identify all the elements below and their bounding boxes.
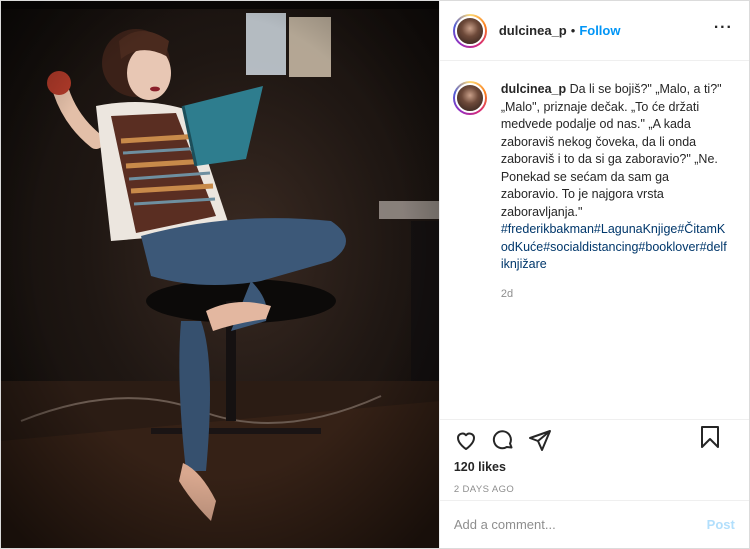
caption-username[interactable]: dulcinea_p bbox=[501, 82, 566, 96]
avatar[interactable] bbox=[452, 13, 487, 48]
instagram-post: dulcinea_p • Follow ··· dulcinea_p Da li… bbox=[0, 0, 750, 549]
comment-input[interactable] bbox=[453, 517, 707, 532]
follow-button[interactable]: Follow bbox=[579, 23, 620, 38]
post-photo[interactable] bbox=[1, 1, 439, 548]
heart-icon[interactable] bbox=[454, 428, 478, 452]
action-section: 120 likes 2 DAYS AGO bbox=[439, 419, 749, 495]
share-icon[interactable] bbox=[528, 428, 552, 452]
post-comment-button[interactable]: Post bbox=[707, 517, 735, 532]
username-link[interactable]: dulcinea_p bbox=[499, 23, 567, 38]
photo-illustration bbox=[1, 1, 439, 548]
avatar-image bbox=[454, 83, 485, 113]
separator-dot: • bbox=[570, 23, 576, 38]
caption-body: dulcinea_p Da li se bojiš?" „Malo, a ti?… bbox=[501, 81, 729, 303]
comment-form: Post bbox=[439, 500, 749, 548]
likes-count[interactable]: 120 likes bbox=[454, 460, 735, 474]
post-header: dulcinea_p • Follow ··· bbox=[439, 1, 749, 61]
caption: dulcinea_p Da li se bojiš?" „Malo, a ti?… bbox=[452, 81, 743, 303]
comment-icon[interactable] bbox=[491, 428, 515, 452]
avatar-image bbox=[454, 15, 485, 46]
caption-avatar[interactable] bbox=[452, 81, 487, 115]
caption-time[interactable]: 2d bbox=[501, 286, 729, 304]
caption-text: Da li se bojiš?" „Malo, a ti?" „Malo", p… bbox=[500, 82, 722, 219]
more-icon[interactable]: ··· bbox=[714, 20, 733, 36]
action-bar bbox=[454, 422, 735, 458]
caption-hashtags[interactable]: #frederikbakman#LagunaKnjige#ČitamKodKuć… bbox=[501, 221, 729, 274]
posted-time[interactable]: 2 DAYS AGO bbox=[454, 484, 735, 495]
post-sidebar: dulcinea_p • Follow ··· dulcinea_p Da li… bbox=[438, 1, 749, 548]
bookmark-icon[interactable] bbox=[698, 425, 722, 449]
